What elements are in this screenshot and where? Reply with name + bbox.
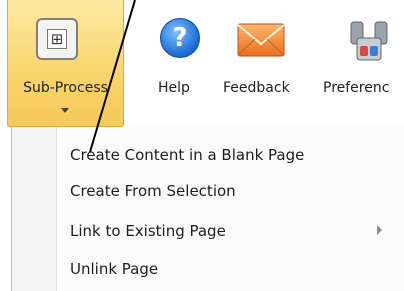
help-button[interactable]: ? Help (150, 0, 210, 127)
menu-icon-gutter (12, 127, 57, 291)
menu-item-create-from-selection[interactable]: Create From Selection (58, 173, 388, 209)
sub-process-dropdown-menu: Create Content in a Blank Page Create Fr… (11, 127, 404, 291)
preferences-label: Preferenc (323, 80, 390, 96)
preferences-icon (350, 21, 388, 61)
menu-item-link-to-existing-page[interactable]: Link to Existing Page (58, 213, 388, 249)
chevron-down-icon (61, 108, 69, 113)
feedback-envelope-icon (237, 23, 285, 57)
feedback-label: Feedback (223, 80, 290, 96)
menu-item-unlink-page[interactable]: Unlink Page (58, 251, 388, 287)
sub-process-button[interactable]: ⊞ Sub-Process (7, 0, 124, 127)
menu-item-create-content-blank-page[interactable]: Create Content in a Blank Page (58, 137, 388, 173)
sub-process-icon: ⊞ (36, 18, 78, 60)
preferences-button[interactable]: Preferenc (320, 0, 404, 127)
feedback-button[interactable]: Feedback (220, 0, 310, 127)
help-icon: ? (160, 18, 200, 58)
help-label: Help (158, 80, 190, 96)
sub-process-label: Sub-Process (23, 80, 108, 96)
ribbon-bar: ⊞ Sub-Process ? Help Feedback Preferenc (0, 0, 404, 128)
chevron-right-icon (377, 225, 382, 235)
